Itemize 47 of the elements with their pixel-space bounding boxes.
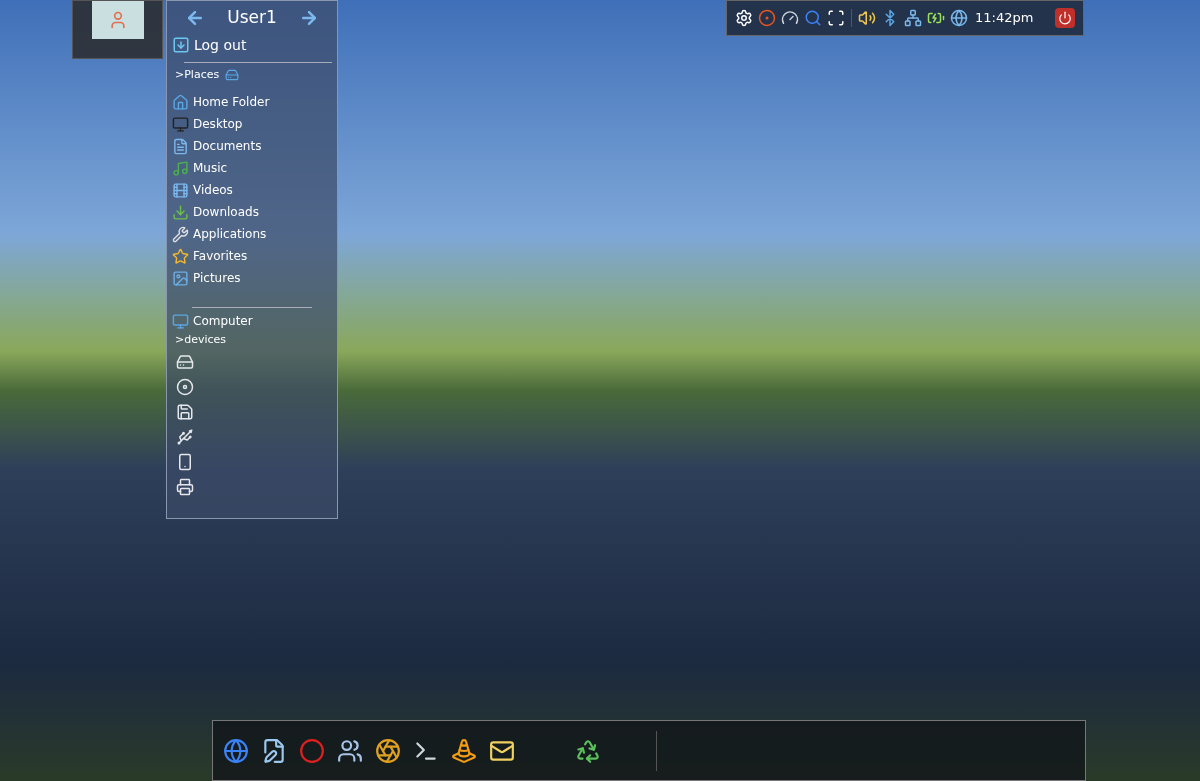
clock: 11:42pm [975,9,1034,28]
monitor-icon [172,312,189,330]
music-note-icon [172,159,189,177]
place-item[interactable]: Downloads [172,201,332,223]
place-item[interactable]: Documents [172,135,332,157]
home-folder-icon [172,93,189,111]
place-item[interactable]: Favorites [172,245,332,267]
search-icon[interactable] [804,9,822,27]
logout-item[interactable]: Log out [172,34,332,56]
usb-icon[interactable] [176,427,194,446]
place-item[interactable]: Home Folder [172,91,332,113]
place-item[interactable]: Desktop [172,113,332,135]
star-icon [172,247,189,265]
people-icon[interactable] [337,737,363,764]
screen-frame-icon[interactable] [827,9,845,27]
hard-drive-icon[interactable] [176,352,194,371]
devices-heading: >devices [175,332,228,348]
aperture-icon[interactable] [375,737,401,764]
gauge-icon[interactable] [781,9,799,27]
globe-icon[interactable] [950,9,968,27]
picture-icon [172,269,189,287]
network-icon[interactable] [904,9,922,27]
place-item[interactable]: Videos [172,179,332,201]
power-button[interactable] [1055,8,1075,28]
film-icon [172,181,189,199]
disc-icon[interactable] [176,377,194,396]
user-name: User1 [227,6,277,29]
traffic-cone-icon[interactable] [451,737,477,764]
places-heading: >Places [175,66,220,83]
speaker-icon[interactable] [858,9,876,27]
globe-icon[interactable] [223,737,249,764]
computer-item[interactable]: Computer [172,312,332,330]
ring-icon[interactable] [299,737,325,764]
phone-icon[interactable] [176,452,194,471]
place-item[interactable]: Music [172,157,332,179]
power-icon [1058,11,1072,25]
document-edit-icon[interactable] [261,737,287,764]
place-item[interactable]: Applications [172,223,332,245]
document-icon [172,137,189,155]
monitor-icon [172,115,189,133]
download-icon [172,203,189,221]
settings-icon[interactable] [735,9,753,27]
avatar-frame[interactable] [72,0,163,59]
place-item[interactable]: Pictures [172,267,332,289]
printer-icon[interactable] [176,477,194,496]
recycle-bin-icon[interactable] [575,737,601,764]
wrench-icon [172,225,189,243]
